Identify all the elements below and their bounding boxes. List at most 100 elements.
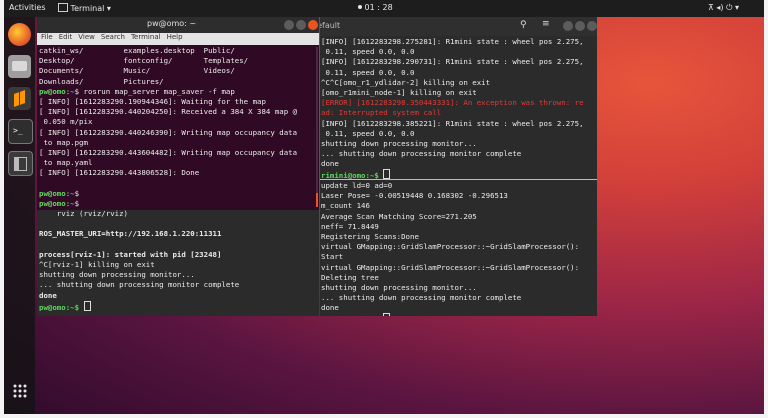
terminal-line: 0.11, speed 0.0, 0.0 [321, 128, 415, 138]
app-menu[interactable]: Terminal ▾ [58, 3, 111, 13]
window-title: default [320, 21, 341, 30]
terminal-line: 0.050 m/pix [39, 117, 93, 127]
menu-item[interactable]: Search [101, 33, 125, 41]
maximize-button[interactable] [296, 20, 306, 30]
terminal-line: Deleting tree [321, 272, 379, 282]
terminal-output[interactable]: catkin_ws/ examples.desktop Public/Deskt… [37, 46, 317, 210]
terminal-line: ^C^C[omo_r1_ydlidar-2] killing on exit [321, 77, 491, 87]
activities-button[interactable]: Activities [9, 3, 46, 12]
terminal-line: pw@omo:~$ [39, 300, 319, 311]
terminal-line: pw@omo:~$ [39, 209, 317, 210]
terminal-line: neff= 71.8449 [321, 221, 379, 231]
search-icon[interactable]: ⚲ [520, 20, 527, 30]
terminal-line: done [39, 290, 57, 300]
network-icon: ⊼ [708, 3, 714, 12]
terminal-icon[interactable]: >_ [8, 119, 33, 144]
sublime-text-icon[interactable] [8, 87, 31, 110]
terminal-line: shutting down processing monitor... [321, 282, 477, 292]
desktop: Activities Terminal ▾ 01 : 28 ⊼ ◂) ⏻ ▾ >… [4, 0, 764, 414]
terminal-line: 0.11, speed 0.0, 0.0 [321, 47, 415, 57]
terminal-line: [ INFO] [1612283290.443604482]: Writing … [39, 147, 298, 157]
terminal-line: [ INFO] [1612283290.443806528]: Done [39, 168, 200, 178]
minimize-button[interactable] [563, 21, 573, 31]
menu-item[interactable]: File [41, 33, 53, 41]
terminal-pane-bottom[interactable]: update ld=0 ad=0 Laser Pose= -0.00519448 … [320, 181, 597, 316]
terminal-small-icon [58, 3, 68, 12]
terminal-line: rimini@omo:~$ [321, 313, 597, 316]
maximize-button[interactable] [575, 21, 585, 31]
terminal-line: Laser Pose= -0.00519448 0.168302 -0.2965… [321, 191, 508, 201]
terminal-line: Documents/ Music/ Videos/ [39, 66, 235, 76]
text-cursor [83, 300, 91, 311]
show-applications-icon[interactable] [13, 383, 27, 398]
terminal-line: [ INFO] [1612283290.190944346]: Waiting … [39, 96, 266, 106]
terminal-line: Registering Scans:Done [321, 231, 419, 241]
terminal-line: Average Scan Matching Score=271.205 [321, 211, 477, 221]
terminal-line: [INFO] [1612283298.275281]: R1mini state… [321, 37, 584, 46]
menu-item[interactable]: View [78, 33, 95, 41]
terminal-line: shutting down processing monitor... [321, 138, 477, 148]
terminal-line: rviz (rviz/rviz) [39, 209, 128, 218]
terminal-line: ROS_MASTER_URI=http://192.168.1.220:1131… [39, 229, 222, 239]
power-icon: ⏻ [726, 3, 733, 12]
terminal-line: Downloads/ Pictures/ [39, 76, 164, 86]
terminal-rviz[interactable]: rviz (rviz/rviz) ROS_MASTER_URI=http://19… [37, 203, 319, 316]
terminal-line: process[rviz-1]: started with pid [23248… [39, 249, 222, 259]
menu-item[interactable]: Edit [59, 33, 73, 41]
terminal-line: 0.11, speed 0.0, 0.0 [321, 67, 415, 77]
terminal-line: done [321, 303, 339, 313]
volume-icon: ◂) [716, 3, 724, 12]
terminal-line: [ERROR] [1612283298.350443331]: An excep… [321, 98, 584, 108]
app-menu-label: Terminal [70, 4, 105, 13]
terminator-icon[interactable] [8, 151, 33, 176]
menu-icon[interactable]: ≡ [542, 19, 550, 29]
close-button[interactable] [587, 21, 597, 31]
terminal-line: pw@omo:~$ [39, 188, 80, 198]
chevron-down-icon: ▾ [106, 4, 111, 13]
terminal-line: ... shutting down processing monitor com… [321, 149, 522, 159]
pane-divider[interactable] [320, 179, 597, 180]
terminal-pane-top[interactable]: [INFO] [1612283298.275281]: R1mini state… [320, 37, 597, 180]
terminal-left[interactable]: pw@omo: ~ File Edit View Search Terminal Help… [37, 17, 319, 210]
terminal-line: shutting down processing monitor... [39, 270, 195, 280]
clock[interactable]: 01 : 28 [358, 3, 393, 12]
terminal-line: [INFO] [1612283298.385221]: R1mini state… [321, 118, 584, 128]
terminal-line: ... shutting down processing monitor com… [321, 293, 522, 303]
top-bar: Activities Terminal ▾ 01 : 28 ⊼ ◂) ⏻ ▾ [4, 0, 764, 17]
scrollbar-thumb[interactable] [316, 193, 318, 207]
title-bar: default ⚲ ≡ [320, 17, 597, 36]
terminal-line: [ INFO] [1612283290.440204250]: Received… [39, 107, 298, 117]
text-cursor [383, 313, 391, 316]
close-button[interactable] [308, 20, 318, 30]
terminal-line: [INFO] [1612283298.290731]: R1mini state… [321, 57, 584, 67]
menu-item[interactable]: Terminal [131, 33, 161, 41]
firefox-icon[interactable] [8, 23, 31, 46]
menu-bar: File Edit View Search Terminal Help [37, 33, 319, 45]
terminal-line: catkin_ws/ examples.desktop Public/ [39, 46, 235, 55]
minimize-button[interactable] [284, 20, 294, 30]
terminal-line: Desktop/ fontconfig/ Templates/ [39, 56, 249, 66]
dock: >_ [4, 17, 35, 414]
window-title: pw@omo: ~ [147, 19, 197, 28]
terminal-line: m_count 146 [321, 201, 370, 211]
terminal-line: [ INFO] [1612283290.440246390]: Writing … [39, 127, 298, 137]
title-bar: pw@omo: ~ [37, 17, 319, 33]
text-cursor [383, 169, 391, 180]
terminal-line: ... shutting down processing monitor com… [39, 280, 240, 290]
clock-time: 01 : 28 [364, 3, 393, 12]
terminal-line: virtual GMapping::GridSlamProcessor::~Gr… [321, 262, 580, 272]
terminal-line: to map.yaml [39, 158, 93, 168]
files-icon[interactable] [8, 55, 31, 78]
terminal-line: pw@omo:~$ [39, 198, 80, 208]
terminal-right[interactable]: default ⚲ ≡ [INFO] [1612283298.275281]: … [320, 17, 597, 316]
system-menu[interactable]: ⊼ ◂) ⏻ ▾ [708, 3, 739, 13]
scrollbar[interactable] [316, 47, 318, 207]
menu-item[interactable]: Help [167, 33, 183, 41]
terminal-line: pw@omo:~$ rosrun map_server map_saver -f… [39, 86, 235, 96]
terminal-line: ^C[rviz-1] killing on exit [39, 259, 155, 269]
terminal-line: update ld=0 ad=0 [321, 181, 393, 190]
terminal-line: to map.pgm [39, 137, 88, 147]
chevron-down-icon: ▾ [734, 3, 739, 12]
